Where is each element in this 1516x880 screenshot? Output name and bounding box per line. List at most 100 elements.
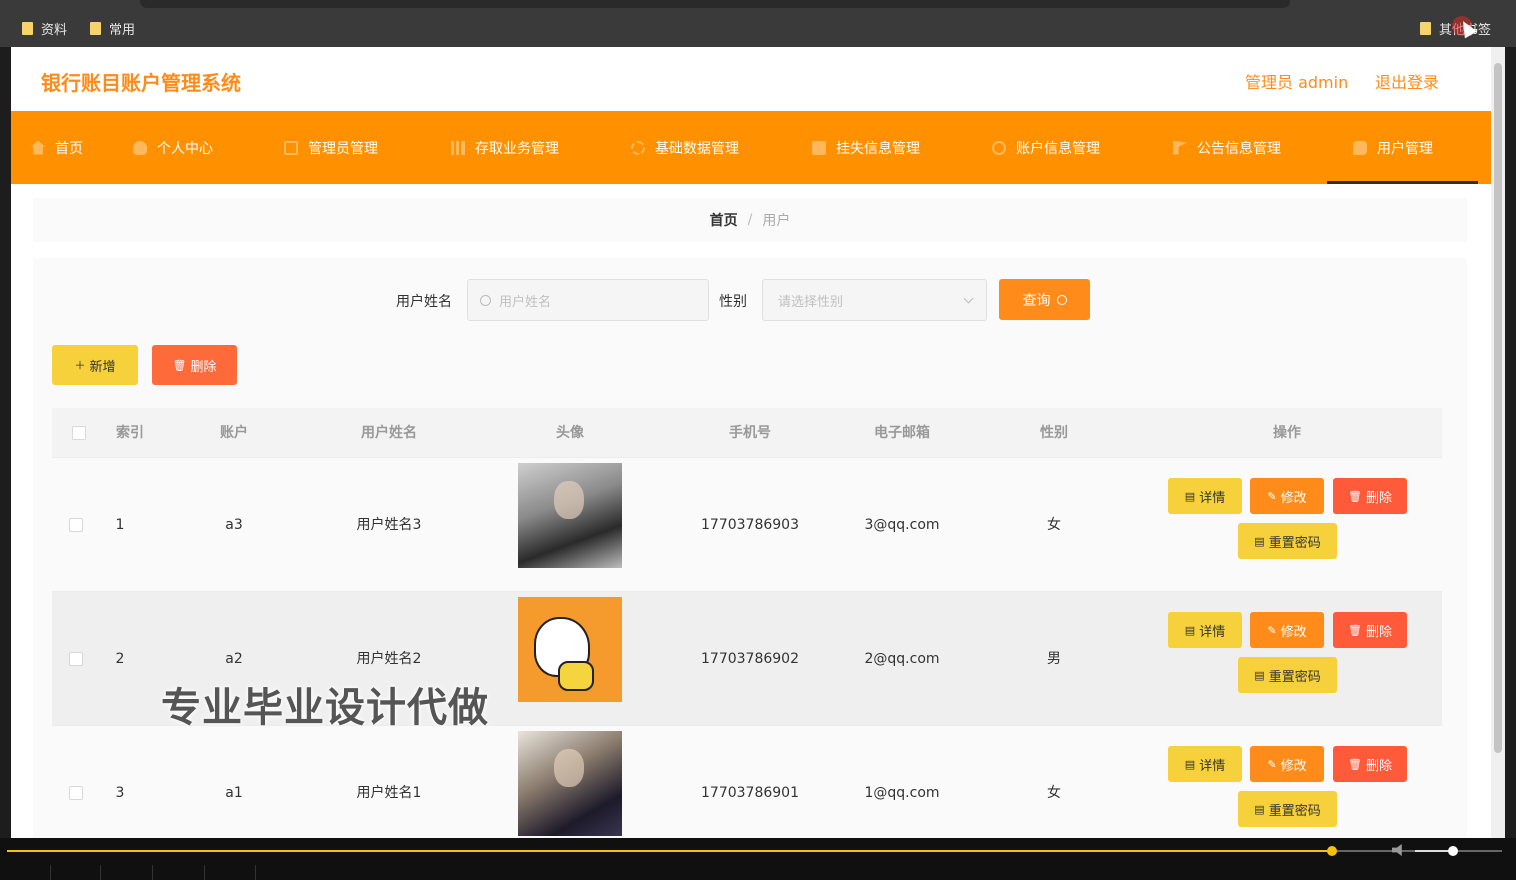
nav-item-account-info[interactable]: 账户信息管理 bbox=[992, 111, 1100, 184]
cell-name: 用户姓名3 bbox=[356, 517, 422, 533]
delete-button[interactable]: 🗑 删除 bbox=[1333, 478, 1407, 514]
cell-index: 2 bbox=[115, 651, 125, 667]
trash-icon: 🗑 bbox=[1348, 623, 1362, 637]
row-checkbox[interactable] bbox=[69, 518, 83, 532]
web-page: 银行账目账户管理系统 管理员 admin 退出登录 首页 个人中心 管理员管理 … bbox=[11, 47, 1491, 838]
trash-icon: 🗑 bbox=[172, 358, 187, 372]
avatar bbox=[518, 597, 622, 702]
delete-button[interactable]: 🗑 删除 bbox=[1333, 612, 1407, 648]
nav-item-user-management[interactable]: 用户管理 bbox=[1353, 111, 1433, 184]
add-button[interactable]: ＋ 新增 bbox=[52, 345, 138, 385]
folder-icon bbox=[22, 21, 33, 35]
cell-phone: 17703786902 bbox=[701, 651, 799, 667]
logout-link[interactable]: 退出登录 bbox=[1375, 69, 1439, 93]
user-icon bbox=[133, 140, 147, 155]
nav-label: 公告信息管理 bbox=[1197, 140, 1281, 157]
nav-label: 账户信息管理 bbox=[1016, 140, 1100, 157]
column-header-gender: 性别 bbox=[1040, 425, 1068, 441]
reset-password-button[interactable]: ▤ 重置密码 bbox=[1238, 523, 1337, 559]
reset-password-label: 重置密码 bbox=[1268, 669, 1321, 685]
name-search-input[interactable]: 用户姓名 bbox=[467, 279, 709, 321]
delete-label: 删除 bbox=[1365, 758, 1392, 774]
name-search-placeholder: 用户姓名 bbox=[499, 294, 552, 310]
nav-item-deposit-business[interactable]: 存取业务管理 bbox=[451, 111, 559, 184]
delete-button[interactable]: 🗑 删除 bbox=[1333, 746, 1407, 782]
cell-index: 1 bbox=[115, 517, 125, 533]
nav-label: 基础数据管理 bbox=[655, 140, 739, 157]
column-header-account: 账户 bbox=[220, 425, 248, 441]
bookmark-folder-2[interactable]: 常用 bbox=[90, 18, 135, 38]
gear-icon bbox=[631, 140, 645, 155]
breadcrumb-home[interactable]: 首页 bbox=[710, 210, 738, 230]
nav-item-announcements[interactable]: 公告信息管理 bbox=[1173, 111, 1281, 184]
cell-index: 3 bbox=[115, 785, 125, 801]
edit-button[interactable]: ✎ 修改 bbox=[1250, 746, 1324, 782]
volume-handle[interactable] bbox=[1447, 846, 1458, 856]
video-progress-handle[interactable] bbox=[1326, 846, 1337, 856]
document-icon: ▤ bbox=[1254, 534, 1265, 548]
edit-button[interactable]: ✎ 修改 bbox=[1250, 478, 1324, 514]
detail-button[interactable]: ▤ 详情 bbox=[1168, 612, 1242, 648]
edit-label: 修改 bbox=[1280, 624, 1307, 640]
table-header: 索引 账户 用户姓名 头像 手机号 电子邮箱 性别 操作 bbox=[52, 408, 1442, 458]
main-nav: 首页 个人中心 管理员管理 存取业务管理 基础数据管理 挂失信息管理 账户信息管… bbox=[11, 111, 1491, 184]
clock-icon bbox=[992, 140, 1006, 155]
query-button[interactable]: 查询 bbox=[999, 279, 1090, 320]
box-icon bbox=[284, 140, 298, 155]
bookmark-folder-1[interactable]: 资料 bbox=[22, 18, 67, 38]
batch-delete-button[interactable]: 🗑 删除 bbox=[152, 345, 237, 385]
nav-item-profile[interactable]: 个人中心 bbox=[133, 111, 213, 184]
detail-label: 详情 bbox=[1199, 490, 1226, 506]
detail-button[interactable]: ▤ 详情 bbox=[1168, 478, 1242, 514]
browser-bookmarks-bar: 资料 常用 其他书签 bbox=[0, 0, 1516, 47]
watermark-overlay: 专业毕业设计代做 bbox=[161, 685, 489, 731]
detail-label: 详情 bbox=[1199, 758, 1226, 774]
reset-password-button[interactable]: ▤ 重置密码 bbox=[1238, 657, 1337, 693]
volume-slider[interactable] bbox=[1415, 846, 1495, 856]
avatar bbox=[518, 731, 622, 836]
document-icon: ▤ bbox=[1254, 802, 1265, 816]
column-header-avatar: 头像 bbox=[556, 425, 584, 441]
reset-password-label: 重置密码 bbox=[1268, 803, 1321, 819]
cell-email: 2@qq.com bbox=[864, 651, 940, 667]
select-all-checkbox[interactable] bbox=[72, 426, 86, 440]
video-player-bar bbox=[0, 838, 1516, 880]
delete-label: 删除 bbox=[1365, 490, 1392, 506]
bookmark-label: 资料 bbox=[41, 22, 68, 38]
taskbar-divider bbox=[100, 865, 101, 880]
folder-icon bbox=[1420, 21, 1431, 35]
row-checkbox[interactable] bbox=[69, 652, 83, 666]
column-header-phone: 手机号 bbox=[729, 425, 771, 441]
edit-button[interactable]: ✎ 修改 bbox=[1250, 612, 1324, 648]
nav-item-home[interactable]: 首页 bbox=[31, 111, 83, 184]
video-progress-fill bbox=[7, 850, 1332, 852]
nav-item-admin-management[interactable]: 管理员管理 bbox=[284, 111, 378, 184]
scrollbar-thumb[interactable] bbox=[1494, 63, 1502, 753]
pencil-icon: ✎ bbox=[1267, 757, 1277, 771]
video-progress-bar[interactable] bbox=[7, 846, 1502, 856]
folder-icon bbox=[90, 21, 101, 35]
nav-item-loss-report[interactable]: 挂失信息管理 bbox=[812, 111, 920, 184]
column-header-actions: 操作 bbox=[1273, 425, 1301, 441]
page-scrollbar[interactable] bbox=[1491, 47, 1505, 838]
reset-password-button[interactable]: ▤ 重置密码 bbox=[1238, 791, 1337, 827]
cell-account: a1 bbox=[225, 785, 243, 801]
gender-select[interactable]: 请选择性别 bbox=[762, 279, 987, 321]
detail-label: 详情 bbox=[1199, 624, 1226, 640]
taskbar-divider bbox=[152, 865, 153, 880]
pencil-icon: ✎ bbox=[1267, 623, 1277, 637]
flag-icon bbox=[1173, 140, 1187, 155]
detail-button[interactable]: ▤ 详情 bbox=[1168, 746, 1242, 782]
chevron-down-icon bbox=[963, 293, 974, 304]
address-bar[interactable] bbox=[140, 0, 1290, 8]
row-checkbox[interactable] bbox=[69, 786, 83, 800]
cell-gender: 男 bbox=[1047, 651, 1061, 667]
nav-item-base-data[interactable]: 基础数据管理 bbox=[631, 111, 739, 184]
cell-email: 3@qq.com bbox=[864, 517, 940, 533]
nav-active-indicator bbox=[1327, 181, 1478, 184]
document-icon bbox=[812, 140, 826, 155]
cell-name: 用户姓名1 bbox=[356, 785, 422, 801]
pencil-icon: ✎ bbox=[1267, 489, 1277, 503]
name-filter-label: 用户姓名 bbox=[396, 294, 452, 310]
table-row: 3 a1 用户姓名1 17703786901 1@qq.com 女 ▤ 详情 ✎ 修… bbox=[52, 726, 1442, 838]
